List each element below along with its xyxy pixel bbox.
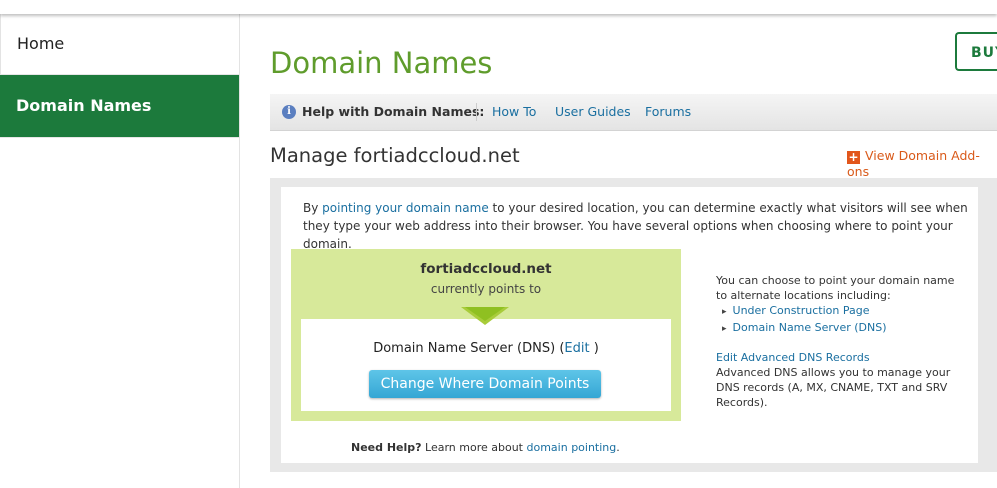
list-item: Domain Name Server (DNS)	[722, 320, 966, 337]
view-addons-label: View Domain Add-ons	[847, 148, 980, 179]
top-bar	[0, 0, 997, 14]
need-help-end: .	[616, 441, 620, 454]
edit-link[interactable]: Edit	[564, 341, 589, 356]
pointing-panel-inner: By pointing your domain name to your des…	[281, 187, 978, 463]
domain-pointing-link[interactable]: domain pointing	[527, 441, 617, 454]
intro-before: By	[303, 201, 323, 215]
main-content: Domain Names BUY i Help with Domain Name…	[240, 14, 997, 488]
need-help-bold: Need Help?	[351, 441, 422, 454]
edit-advanced-dns-link[interactable]: Edit Advanced DNS Records	[716, 351, 870, 364]
sidebar: Home Domain Names	[0, 14, 240, 488]
down-arrow-icon-inner	[465, 307, 505, 321]
sidebar-item-home[interactable]: Home	[0, 14, 239, 75]
sidebar-item-domain-names[interactable]: Domain Names	[0, 75, 239, 138]
help-link-how-to[interactable]: How To	[492, 94, 536, 130]
pointing-domain-link[interactable]: pointing your domain name	[322, 201, 489, 215]
domain-name: fortiadccloud.net	[420, 261, 552, 277]
advanced-dns-text: Advanced DNS allows you to manage your D…	[716, 366, 951, 409]
side-intro: You can choose to point your domain name…	[716, 274, 955, 302]
points-to-label: currently points to	[430, 282, 542, 296]
help-link-forums[interactable]: Forums	[645, 94, 691, 130]
advanced-dns-section: Edit Advanced DNS Records Advanced DNS a…	[716, 350, 966, 410]
buy-button[interactable]: BUY	[955, 32, 997, 71]
change-where-domain-points-button[interactable]: Change Where Domain Points	[369, 370, 601, 398]
intro-text: By pointing your domain name to your des…	[303, 199, 968, 253]
current-pointing-box: fortiadccloud.net currently points to Do…	[291, 249, 681, 421]
help-bar: i Help with Domain Names: How To User Gu…	[270, 94, 997, 131]
pointing-panel: By pointing your domain name to your des…	[270, 178, 997, 472]
list-item: Under Construction Page	[722, 303, 966, 320]
info-icon: i	[282, 105, 296, 119]
edit-close: )	[589, 341, 599, 356]
options-list: Under Construction Page Domain Name Serv…	[716, 303, 966, 337]
divider	[476, 103, 477, 121]
manage-heading: Manage fortiadccloud.net	[270, 144, 520, 167]
need-help-text: Need Help? Learn more about domain point…	[351, 441, 620, 454]
help-link-user-guides[interactable]: User Guides	[555, 94, 631, 130]
plus-icon: +	[847, 150, 860, 164]
target-label: Domain Name Server (DNS)	[373, 341, 556, 356]
current-target: Domain Name Server (DNS) (Edit )	[301, 341, 671, 356]
target-box: Domain Name Server (DNS) (Edit ) Change …	[301, 319, 671, 411]
need-help-body: Learn more about	[421, 441, 527, 454]
help-label: Help with Domain Names:	[302, 104, 485, 119]
side-info: You can choose to point your domain name…	[716, 273, 966, 410]
under-construction-link[interactable]: Under Construction Page	[733, 304, 870, 317]
view-addons-link[interactable]: + View Domain Add-ons	[847, 148, 997, 179]
dns-link[interactable]: Domain Name Server (DNS)	[733, 321, 887, 334]
page-title: Domain Names	[270, 46, 493, 80]
